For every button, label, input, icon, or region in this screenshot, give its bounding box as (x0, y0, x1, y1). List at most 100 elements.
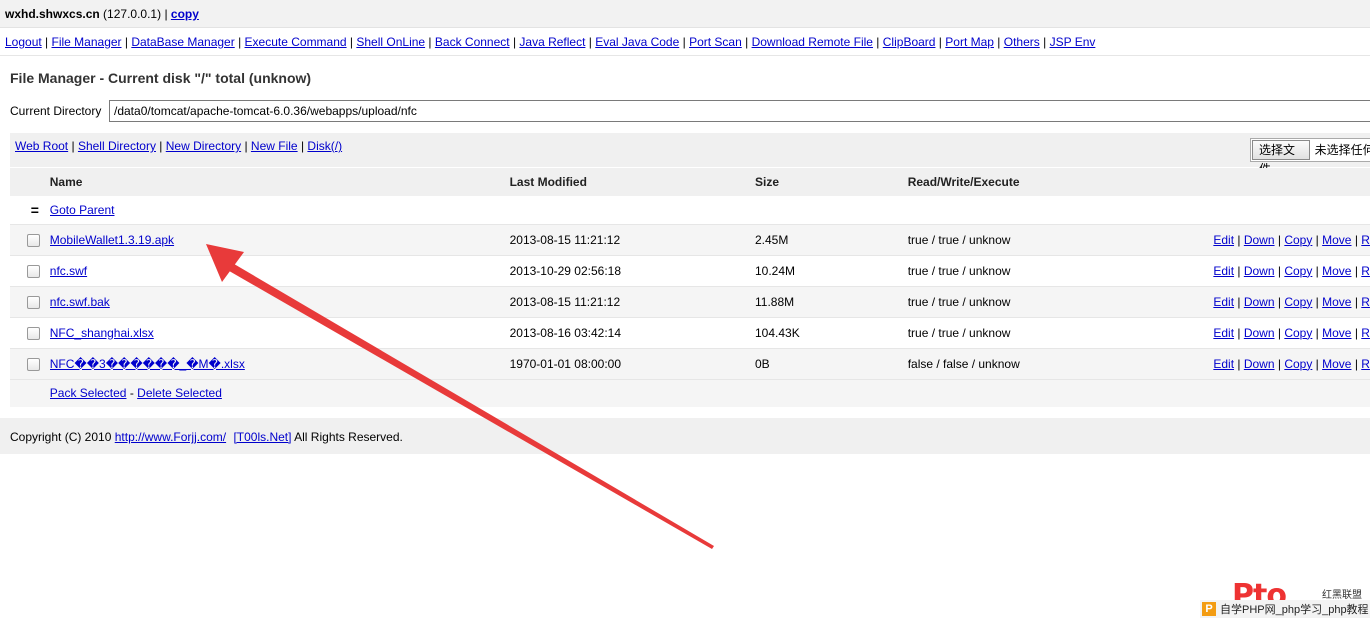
action-edit-link[interactable]: Edit (1213, 295, 1234, 309)
watermark-p-icon: P (1202, 602, 1216, 616)
action-down-link[interactable]: Down (1244, 357, 1275, 371)
bulk-separator: - (126, 386, 138, 401)
action-separator: | (1234, 325, 1244, 340)
action-copy-link[interactable]: Copy (1284, 264, 1312, 278)
action-copy-link[interactable]: Copy (1284, 326, 1312, 340)
file-size: 104.43K (754, 325, 800, 340)
action-separator: | (1274, 263, 1285, 278)
file-name-link[interactable]: NFC_shanghai.xlsx (50, 326, 154, 340)
row-checkbox[interactable] (27, 233, 41, 247)
nav-execute-command[interactable]: Execute Command (245, 35, 347, 49)
action-separator: | (1274, 325, 1285, 340)
file-upload-picker[interactable]: 选择文件 未选择任何文件 (1250, 138, 1370, 176)
file-status-text: 未选择任何文件 (1314, 143, 1370, 157)
action-separator: | (1312, 294, 1323, 309)
header-rwx: Read/Write/Execute (907, 175, 1020, 189)
action-down-link[interactable]: Down (1244, 264, 1275, 278)
action-move-link[interactable]: Move (1322, 233, 1351, 247)
action-down-link[interactable]: Down (1244, 295, 1275, 309)
copyright-prefix: Copyright (C) 2010 (10, 430, 112, 444)
header-size: Size (754, 175, 779, 189)
action-move-link[interactable]: Move (1322, 357, 1351, 371)
dir-link-web-root[interactable]: Web Root (15, 139, 68, 153)
choose-file-button[interactable]: 选择文件 (1252, 140, 1310, 176)
nav-shell-online[interactable]: Shell OnLine (356, 35, 425, 49)
action-more-link[interactable]: R (1361, 295, 1370, 309)
action-copy-link[interactable]: Copy (1284, 357, 1312, 371)
directory-link-bar: Web Root | Shell Directory | New Directo… (10, 133, 1370, 176)
row-checkbox[interactable] (27, 357, 41, 371)
action-separator: | (1312, 325, 1323, 340)
file-name-link[interactable]: MobileWallet1.3.19.apk (50, 233, 174, 247)
nav-logout[interactable]: Logout (5, 35, 42, 49)
host-ip: (127.0.0.1) (103, 7, 162, 21)
action-copy-link[interactable]: Copy (1284, 233, 1312, 247)
nav-separator: | (509, 35, 520, 49)
action-edit-link[interactable]: Edit (1213, 264, 1234, 278)
action-down-link[interactable]: Down (1244, 233, 1275, 247)
link-separator: | (155, 139, 166, 153)
action-move-link[interactable]: Move (1322, 264, 1351, 278)
file-permissions: true / true / unknow (907, 263, 1011, 278)
nav-file-manager[interactable]: File Manager (52, 35, 122, 49)
nav-back-connect[interactable]: Back Connect (435, 35, 510, 49)
t00ls-link[interactable]: [T00ls.Net] (233, 430, 291, 444)
header-modified: Last Modified (509, 175, 587, 189)
nav-database-manager[interactable]: DataBase Manager (131, 35, 234, 49)
current-directory-input[interactable] (109, 100, 1370, 122)
dir-link-new-file[interactable]: New File (251, 139, 298, 153)
action-move-link[interactable]: Move (1322, 295, 1351, 309)
delete-selected-link[interactable]: Delete Selected (137, 386, 222, 400)
action-edit-link[interactable]: Edit (1213, 357, 1234, 371)
nav-separator: | (121, 35, 132, 49)
nav-eval-java-code[interactable]: Eval Java Code (595, 35, 679, 49)
link-separator: | (241, 139, 251, 153)
file-modified: 2013-10-29 02:56:18 (509, 263, 622, 278)
pack-selected-link[interactable]: Pack Selected (50, 386, 127, 400)
action-separator: | (1274, 294, 1285, 309)
action-move-link[interactable]: Move (1322, 326, 1351, 340)
action-more-link[interactable]: R (1361, 233, 1370, 247)
file-permissions: true / true / unknow (907, 232, 1011, 247)
dir-link-shell-directory[interactable]: Shell Directory (78, 139, 156, 153)
header-actions (1213, 168, 1370, 196)
row-actions: Edit | Down | Copy | Move | R (1213, 348, 1370, 379)
file-name-link[interactable]: nfc.swf (50, 264, 87, 278)
action-down-link[interactable]: Down (1244, 326, 1275, 340)
link-separator: | (297, 139, 308, 153)
nav-port-scan[interactable]: Port Scan (689, 35, 742, 49)
action-separator: | (1274, 356, 1285, 371)
action-more-link[interactable]: R (1361, 326, 1370, 340)
row-checkbox[interactable] (27, 295, 41, 309)
row-checkbox[interactable] (27, 326, 41, 340)
table-row: MobileWallet1.3.19.apk 2013-08-15 11:21:1… (10, 224, 1370, 255)
action-copy-link[interactable]: Copy (1284, 295, 1312, 309)
nav-download-remote-file[interactable]: Download Remote File (752, 35, 873, 49)
nav-separator: | (425, 35, 435, 49)
nav-java-reflect[interactable]: Java Reflect (519, 35, 585, 49)
file-name-link[interactable]: NFC��3������_�M�.xlsx (50, 357, 245, 371)
file-modified: 2013-08-16 03:42:14 (509, 325, 622, 340)
action-edit-link[interactable]: Edit (1213, 326, 1234, 340)
file-permissions: true / true / unknow (907, 294, 1011, 309)
goto-parent-link[interactable]: Goto Parent (50, 203, 115, 217)
action-more-link[interactable]: R (1361, 264, 1370, 278)
action-edit-link[interactable]: Edit (1213, 233, 1234, 247)
copyright-bar: Copyright (C) 2010 http://www.Forjj.com/… (0, 418, 1370, 454)
nav-clipboard[interactable]: ClipBoard (883, 35, 936, 49)
file-name-link[interactable]: nfc.swf.bak (50, 295, 110, 309)
bulk-actions-row: Pack Selected - Delete Selected (10, 379, 1370, 407)
header-check (10, 168, 50, 196)
nav-others[interactable]: Others (1004, 35, 1040, 49)
action-separator: | (1274, 232, 1285, 247)
action-separator: | (1234, 263, 1244, 278)
row-actions: Edit | Down | Copy | Move | R (1213, 317, 1370, 348)
copy-link[interactable]: copy (171, 7, 199, 21)
action-more-link[interactable]: R (1361, 357, 1370, 371)
forjj-link[interactable]: http://www.Forjj.com/ (115, 430, 226, 444)
dir-link-new-directory[interactable]: New Directory (166, 139, 241, 153)
nav-port-map[interactable]: Port Map (945, 35, 994, 49)
nav-jsp-env[interactable]: JSP Env (1050, 35, 1096, 49)
dir-link-disk[interactable]: Disk(/) (307, 139, 342, 153)
row-checkbox[interactable] (27, 264, 41, 278)
